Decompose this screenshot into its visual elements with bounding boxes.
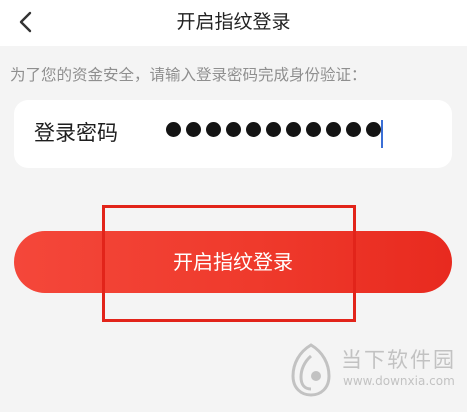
security-hint: 为了您的资金安全，请输入登录密码完成身份验证：	[10, 66, 367, 84]
password-dot	[366, 122, 381, 137]
password-dot	[186, 122, 201, 137]
enable-fingerprint-login-button[interactable]: 开启指纹登录	[14, 231, 452, 293]
password-label: 登录密码	[34, 121, 118, 145]
password-dot	[246, 122, 261, 137]
watermark: 当下软件园 www.downxia.com	[285, 342, 463, 398]
password-dot	[306, 122, 321, 137]
password-dot	[286, 122, 301, 137]
password-dot	[206, 122, 221, 137]
password-dot	[266, 122, 281, 137]
password-dot	[326, 122, 341, 137]
watermark-logo-icon	[291, 343, 331, 397]
password-field-card: 登录密码	[14, 100, 452, 168]
password-dot	[166, 122, 181, 137]
password-dot	[226, 122, 241, 137]
chevron-left-icon	[19, 11, 32, 33]
watermark-title: 当下软件园	[341, 348, 456, 372]
top-bar: 开启指纹登录	[0, 0, 467, 46]
password-dot	[346, 122, 361, 137]
page-title: 开启指纹登录	[176, 11, 291, 33]
password-masked-value[interactable]	[166, 122, 381, 137]
watermark-url: www.downxia.com	[343, 374, 455, 388]
back-button[interactable]	[10, 6, 42, 38]
text-caret	[381, 120, 383, 148]
